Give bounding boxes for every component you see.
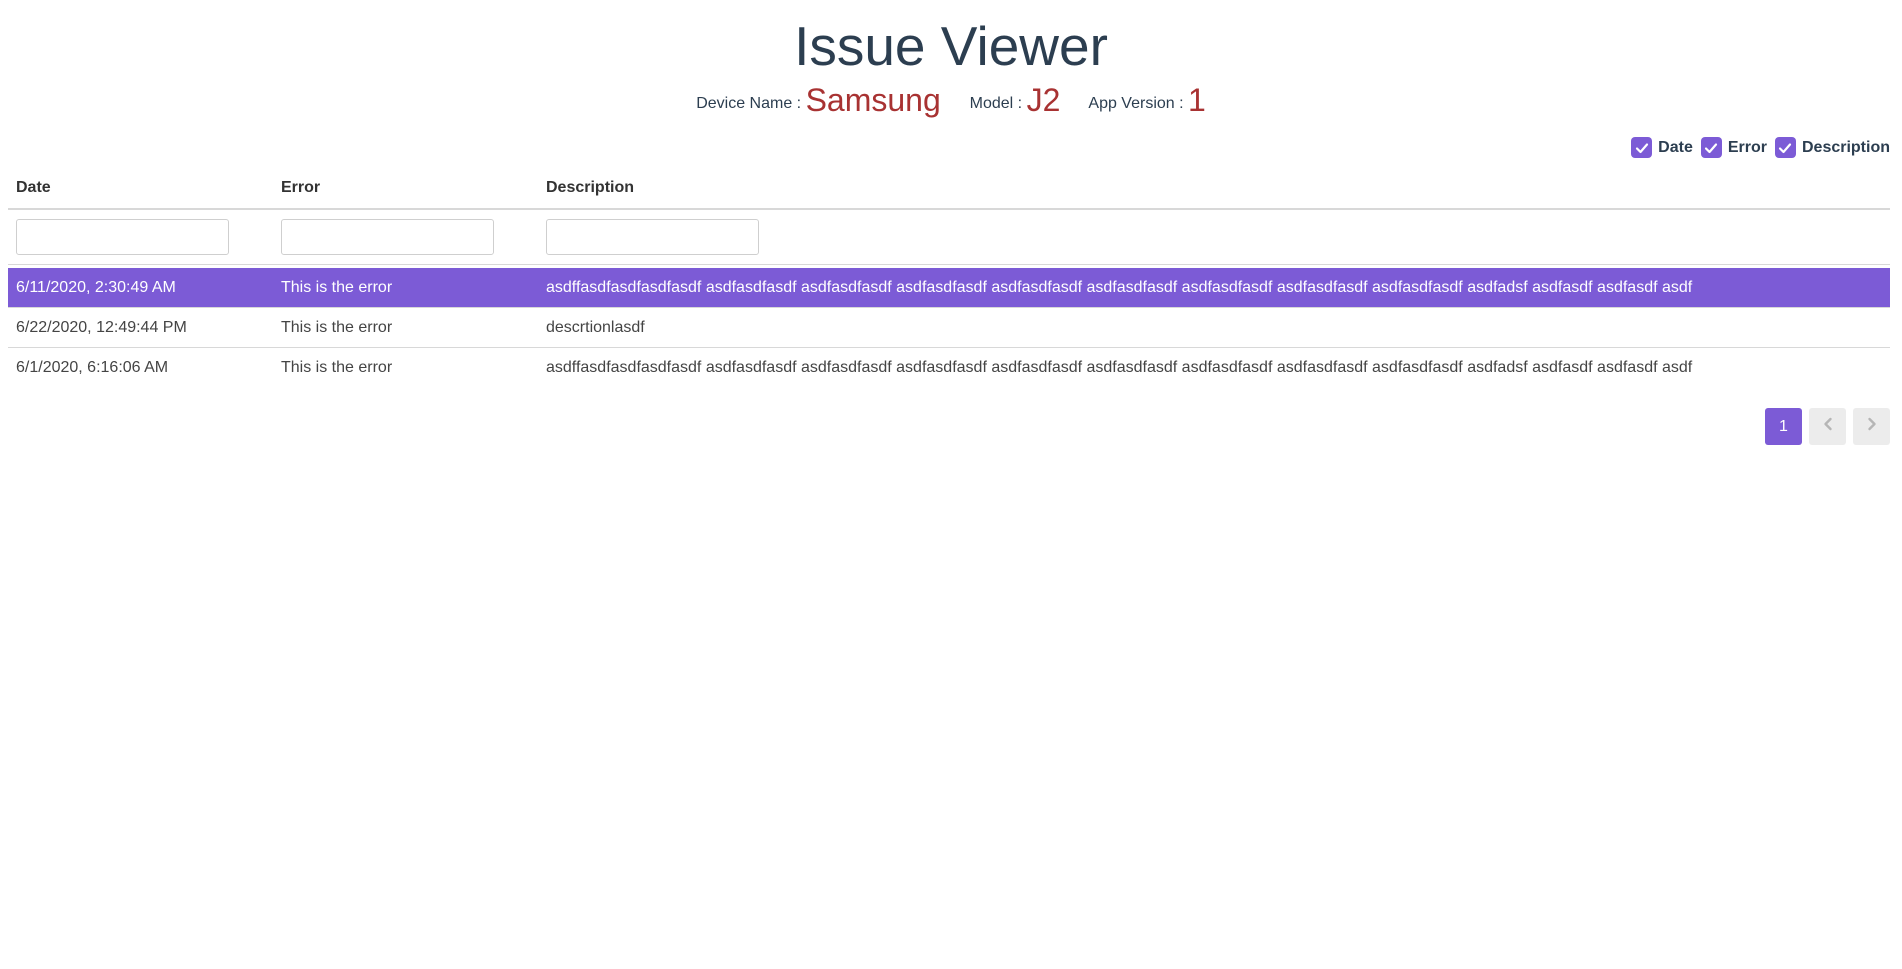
model-value: J2 bbox=[1026, 82, 1061, 118]
checkbox-checked-icon[interactable] bbox=[1631, 137, 1653, 158]
error-filter-input[interactable] bbox=[281, 219, 494, 255]
column-header-description[interactable]: Description bbox=[538, 179, 1890, 197]
filter-row bbox=[8, 210, 1890, 265]
toggle-date-label: Date bbox=[1658, 138, 1693, 156]
chevron-left-icon bbox=[1822, 417, 1834, 436]
next-page-button[interactable] bbox=[1853, 408, 1890, 445]
device-name-label: Device Name : bbox=[696, 95, 802, 112]
cell-error: This is the error bbox=[281, 318, 393, 336]
column-header-error[interactable]: Error bbox=[273, 179, 538, 197]
model-label: Model : bbox=[969, 95, 1023, 112]
cell-description: descrtionlasdf bbox=[546, 318, 645, 336]
cell-date: 6/11/2020, 2:30:49 AM bbox=[16, 278, 176, 296]
column-header-date[interactable]: Date bbox=[8, 179, 273, 197]
table-header-row: Date Error Description bbox=[8, 168, 1890, 210]
toggle-description-label: Description bbox=[1801, 138, 1890, 156]
checkbox-checked-icon[interactable] bbox=[1774, 137, 1796, 158]
toggle-description[interactable]: Description bbox=[1774, 137, 1890, 158]
cell-error: This is the error bbox=[281, 358, 393, 376]
column-toggles: Date Error Description bbox=[1623, 137, 1890, 158]
toggle-error-label: Error bbox=[1727, 138, 1767, 156]
cell-description: asdffasdfasdfasdfasdf asdfasdfasdf asdfa… bbox=[546, 278, 1693, 296]
table-row[interactable]: 6/11/2020, 2:30:49 AM This is the error … bbox=[8, 268, 1890, 308]
pagination: 1 bbox=[1758, 408, 1890, 445]
issue-viewer-page: Issue Viewer Device Name : Samsung Model… bbox=[0, 0, 1902, 969]
date-filter-input[interactable] bbox=[16, 219, 229, 255]
issues-table: Date Error Description 6/11/2020, 2:30:4… bbox=[8, 168, 1890, 387]
device-info: Device Name : Samsung Model : J2 App Ver… bbox=[0, 82, 1902, 119]
device-name-value: Samsung bbox=[805, 82, 941, 118]
description-filter-input[interactable] bbox=[546, 219, 759, 255]
cell-description: asdffasdfasdfasdfasdf asdfasdfasdf asdfa… bbox=[546, 358, 1693, 376]
table-row[interactable]: 6/22/2020, 12:49:44 PM This is the error… bbox=[8, 308, 1890, 348]
cell-date: 6/22/2020, 12:49:44 PM bbox=[16, 318, 187, 336]
app-version-value: 1 bbox=[1188, 82, 1206, 118]
toggle-error[interactable]: Error bbox=[1700, 137, 1767, 158]
table-row[interactable]: 6/1/2020, 6:16:06 AM This is the error a… bbox=[8, 348, 1890, 387]
toggle-date[interactable]: Date bbox=[1631, 137, 1693, 158]
cell-error: This is the error bbox=[281, 278, 393, 296]
page-button-1[interactable]: 1 bbox=[1765, 408, 1802, 445]
prev-page-button[interactable] bbox=[1809, 408, 1846, 445]
cell-date: 6/1/2020, 6:16:06 AM bbox=[16, 358, 169, 376]
chevron-right-icon bbox=[1866, 417, 1878, 436]
checkbox-checked-icon[interactable] bbox=[1700, 137, 1722, 158]
app-version-label: App Version : bbox=[1088, 95, 1184, 112]
page-title: Issue Viewer bbox=[794, 15, 1108, 77]
